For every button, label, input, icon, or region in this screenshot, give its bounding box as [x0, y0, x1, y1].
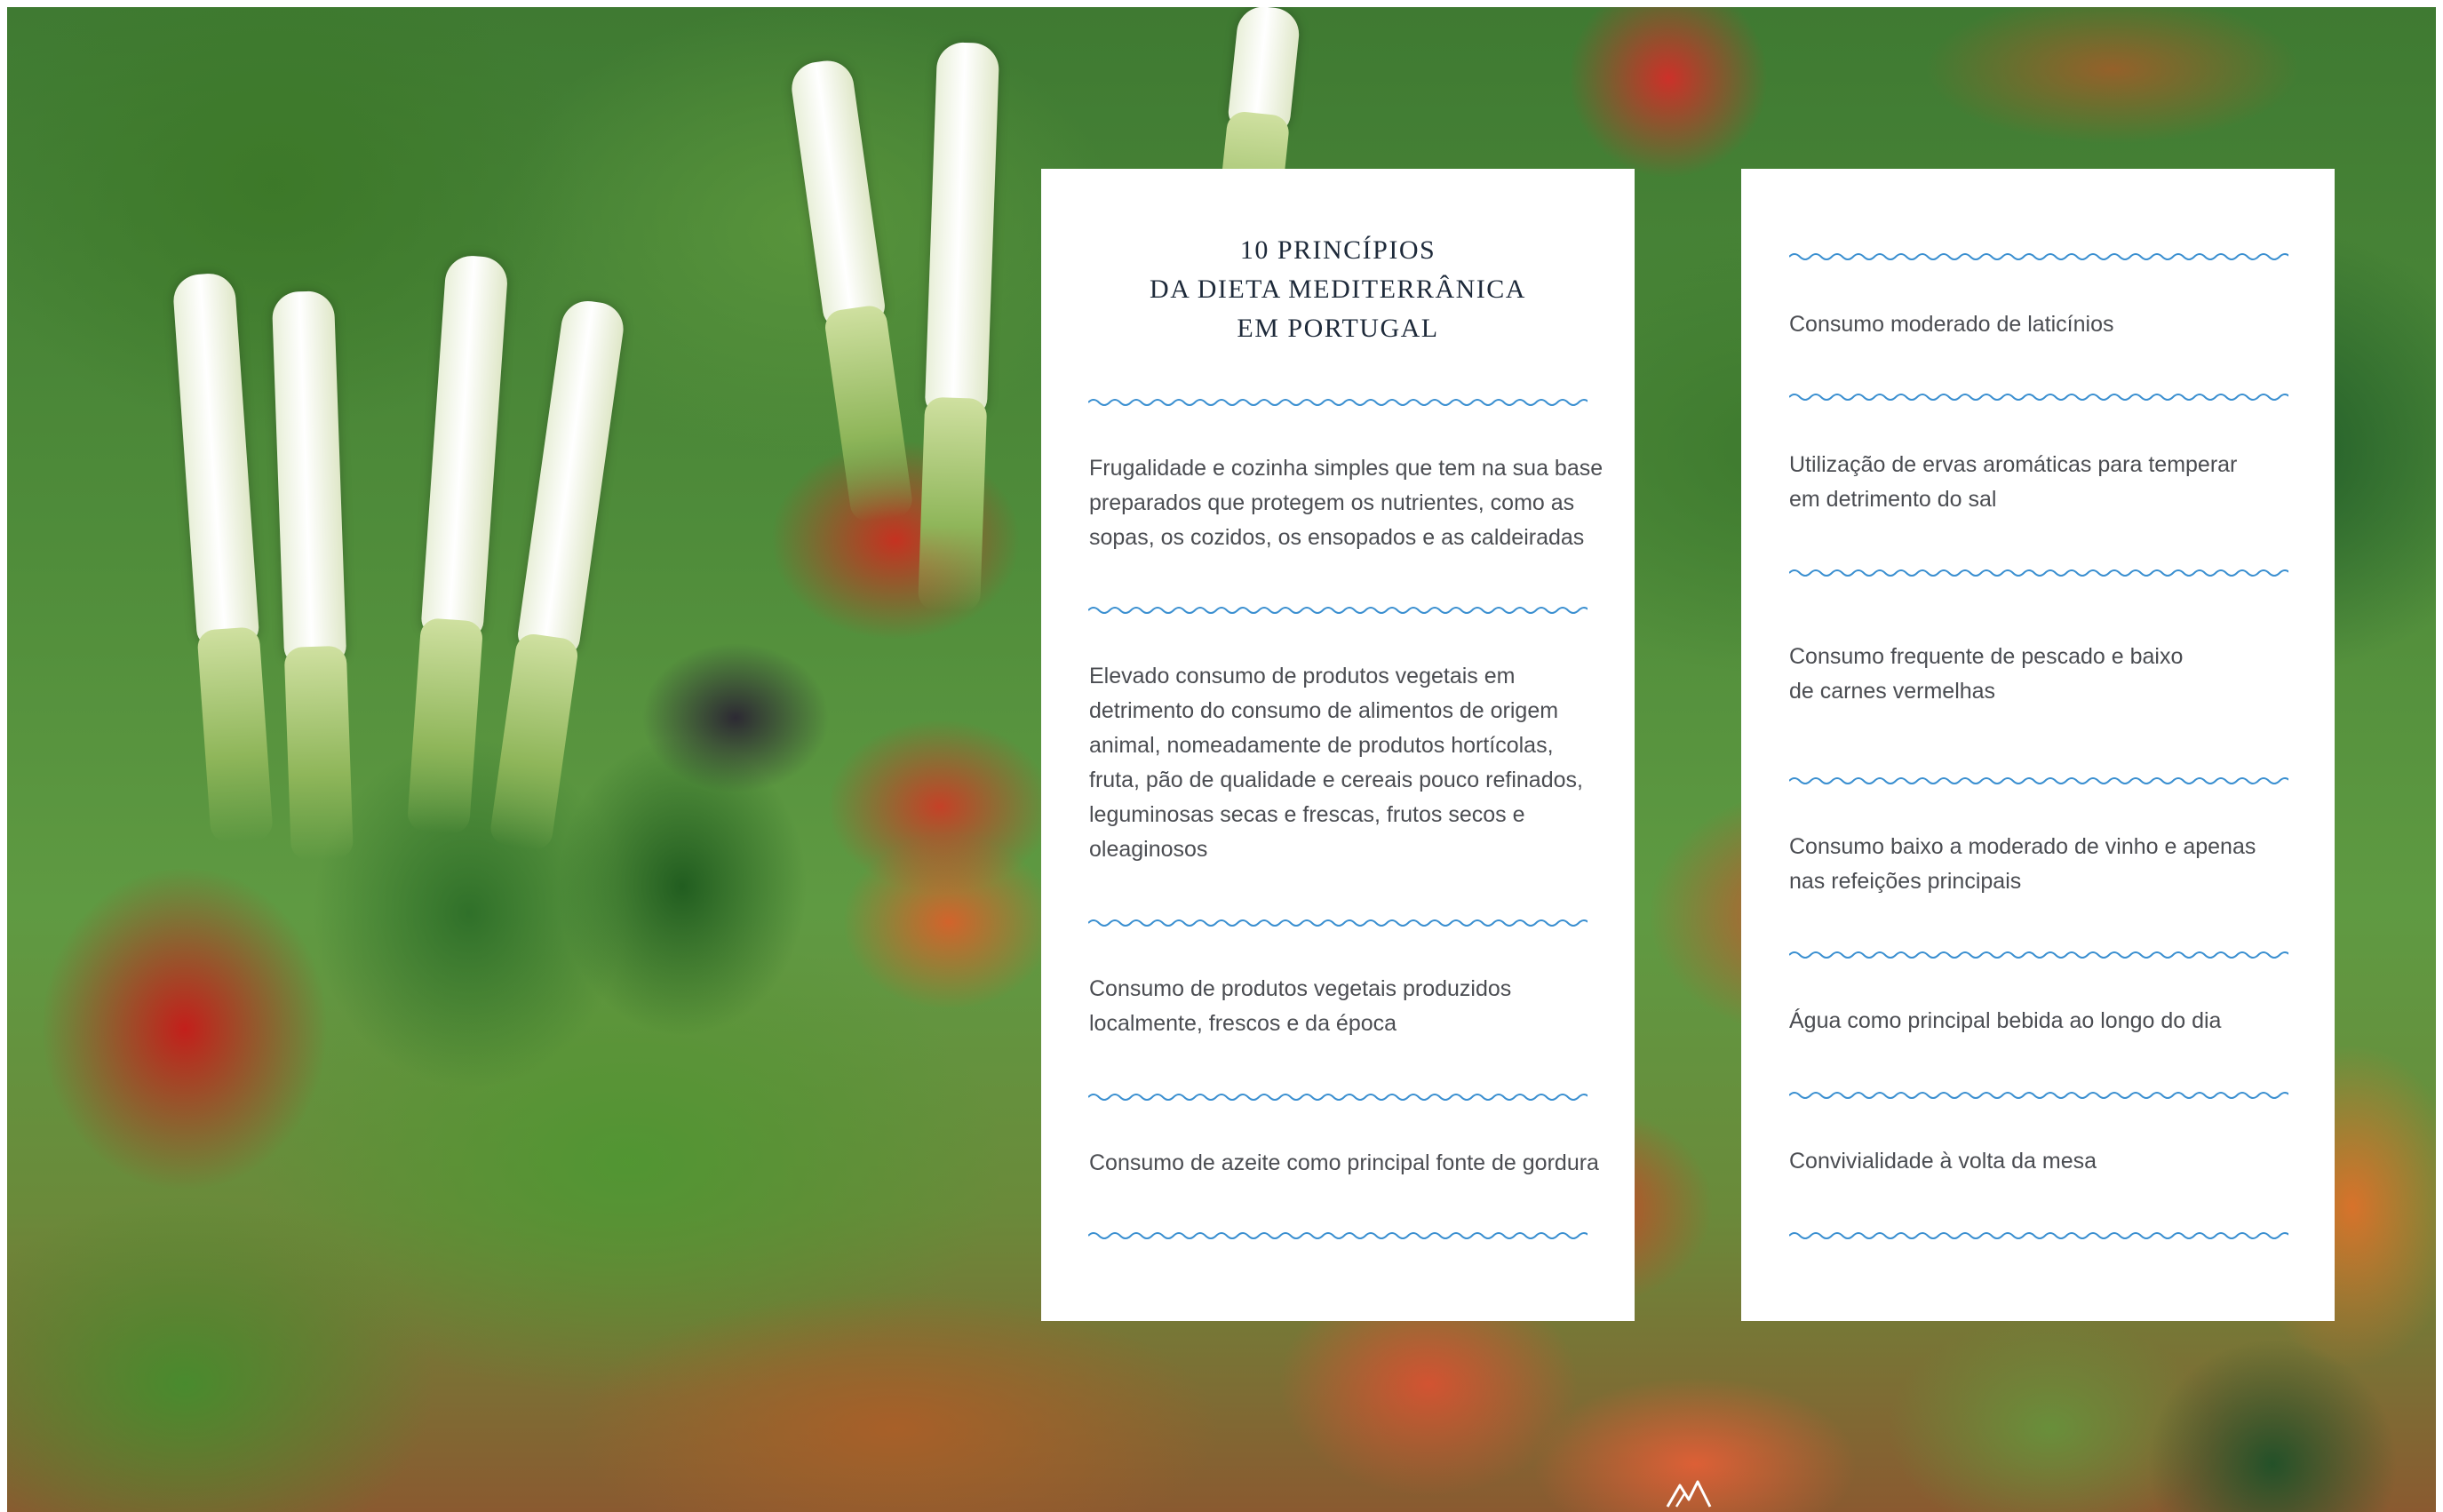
- wave-divider: [1789, 569, 2288, 577]
- principle-item: Frugalidade e cozinha simples que tem na…: [1089, 456, 1603, 550]
- principles-card-left: 10 PRINCÍPIOS DA DIETA MEDITERRÂNICA EM …: [1041, 169, 1635, 1321]
- principle-item: Consumo de produtos vegetais produzidos …: [1089, 976, 1512, 1036]
- leek-image: [420, 254, 509, 640]
- title-line: EM PORTUGAL: [1237, 314, 1439, 343]
- principles-card-right: Consumo moderado de laticínios Utilizaçã…: [1741, 169, 2335, 1321]
- title-line: DA DIETA MEDITERRÂNICA: [1150, 275, 1526, 304]
- wave-divider: [1789, 951, 2288, 959]
- title-line: 10 PRINCÍPIOS: [1239, 235, 1436, 265]
- wave-divider: [1789, 1092, 2288, 1099]
- principle-item: Água como principal bebida ao longo do d…: [1789, 1008, 2222, 1033]
- leek-image: [788, 57, 887, 330]
- leek-image: [1226, 7, 1302, 135]
- leek-image: [171, 272, 260, 649]
- wave-divider: [1088, 1094, 1588, 1101]
- principle-item: Consumo de azeite como principal fonte d…: [1089, 1150, 1599, 1175]
- principle-item: Consumo moderado de laticínios: [1789, 312, 2114, 337]
- leek-image: [515, 298, 627, 658]
- leek-image: [924, 41, 1000, 418]
- principle-item: Consumo frequente de pescado e baixo de …: [1789, 644, 2184, 704]
- wave-divider: [1789, 777, 2288, 784]
- mountain-logo-icon: [1666, 1480, 1712, 1508]
- page-title: 10 PRINCÍPIOS DA DIETA MEDITERRÂNICA EM …: [1041, 231, 1635, 348]
- wave-divider: [1088, 399, 1588, 406]
- principle-item: Utilização de ervas aromáticas para temp…: [1789, 452, 2238, 512]
- principle-item: Convivialidade à volta da mesa: [1789, 1149, 2097, 1174]
- wave-divider: [1789, 394, 2288, 401]
- principle-item: Consumo baixo a moderado de vinho e apen…: [1789, 834, 2256, 894]
- leek-image: [271, 290, 347, 666]
- wave-divider: [1088, 607, 1588, 614]
- wave-divider: [1789, 253, 2288, 260]
- wave-divider: [1789, 1232, 2288, 1239]
- wave-divider: [1088, 919, 1588, 927]
- principle-item: Elevado consumo de produtos vegetais em …: [1089, 664, 1583, 862]
- wave-divider: [1088, 1232, 1588, 1239]
